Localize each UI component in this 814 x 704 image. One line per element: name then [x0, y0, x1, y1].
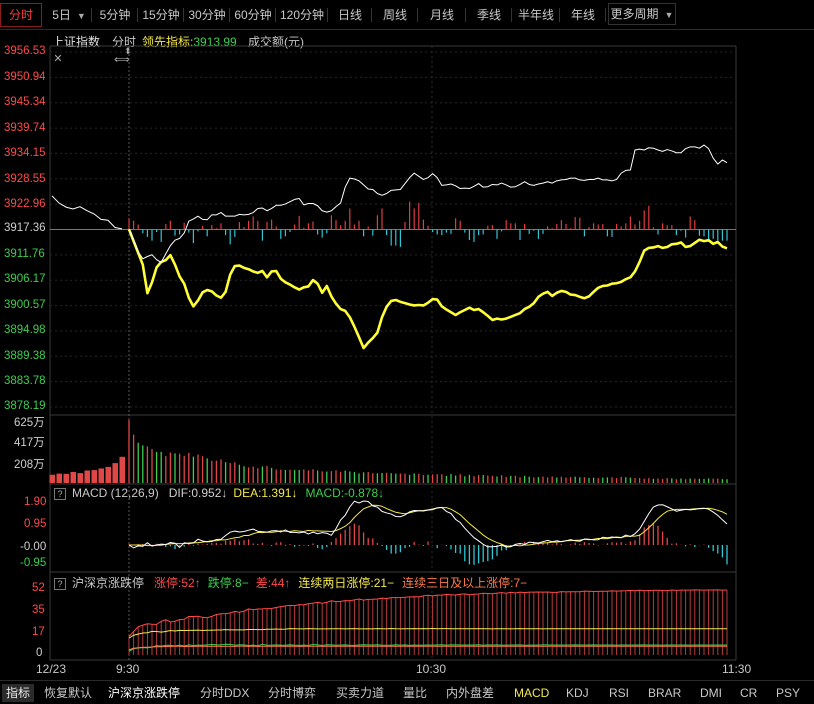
limit-tick: 35 — [32, 604, 45, 616]
prev-volume-bar — [49, 474, 55, 483]
macd-dea: DEA:1.391↓ — [233, 486, 298, 500]
tab-macd[interactable]: MACD — [514, 684, 549, 702]
macd-tick: 1.90 — [24, 496, 47, 508]
macd-value: MACD:-0.878↓ — [305, 486, 385, 500]
time-tick: 12/23 — [36, 662, 67, 676]
limit-tick: 52 — [32, 582, 45, 594]
tab-dmi[interactable]: DMI — [700, 684, 722, 702]
limit-diff: 差:44↑ — [255, 576, 291, 590]
prev-volume-bar — [70, 471, 76, 483]
macd-dif: DIF:0.952↓ — [168, 486, 228, 500]
price-tick: 3956.53 — [4, 45, 46, 57]
price-tick: 3894.98 — [4, 324, 46, 336]
prev-volume-bar — [56, 473, 62, 483]
tab-kdj[interactable]: KDJ — [566, 684, 589, 702]
price-panel — [50, 51, 736, 408]
price-tick: 3950.94 — [4, 70, 46, 83]
price-tick: 3939.74 — [4, 121, 46, 134]
limit-info: ? 沪深京涨跌停 涨停:52↑ 跌停:8− 差:44↑ 连续两日涨停:21− 连续三日及以上… — [54, 574, 527, 591]
volume-tick: 625万 — [14, 417, 45, 429]
price-tick: 3889.38 — [4, 349, 46, 362]
limit-tick: 17 — [32, 626, 45, 638]
tab-brar[interactable]: BRAR — [648, 684, 681, 702]
two-day-limit: 连续两日涨停:21− — [298, 576, 395, 590]
limit-down-count: 跌停:8− — [207, 576, 249, 590]
price-tick: 3922.96 — [4, 198, 46, 210]
price-tick: 3900.57 — [4, 298, 46, 311]
price-tick: 3928.55 — [4, 172, 46, 185]
limit-up-count: 涨停:52↑ — [154, 576, 201, 590]
tab-psy[interactable]: PSY — [776, 684, 800, 702]
tab-indicator[interactable]: 指标 — [2, 684, 35, 702]
tab-volume-ratio[interactable]: 量比 — [403, 684, 427, 702]
macd-tick: -0.00 — [20, 541, 47, 553]
price-tick: 3945.34 — [4, 96, 46, 108]
previous-close-line — [51, 195, 123, 230]
price-tick: 3883.78 — [4, 375, 46, 387]
tab-inner-outer[interactable]: 内外盘差 — [446, 684, 494, 702]
leading-line — [127, 228, 728, 350]
tab-cr[interactable]: CR — [740, 684, 757, 702]
tab-limit-up-down[interactable]: 沪深京涨跌停 — [108, 684, 180, 702]
time-tick: 10:30 — [416, 662, 447, 676]
macd-tick: 0.95 — [24, 518, 47, 530]
prev-volume-bar — [63, 473, 69, 483]
prev-volume-bar — [105, 466, 111, 483]
indicator-tab-bar: 指标 恢复默认 沪深京涨跌停 分时DDX 分时博弈 买卖力道 量比 内外盘差 M… — [0, 680, 814, 704]
three-day-limit: 连续三日及以上涨停:7− — [402, 576, 528, 590]
price-tick-ref: 3917.36 — [4, 222, 46, 234]
price-tick: 3878.19 — [4, 400, 46, 412]
prev-volume-bar — [84, 470, 90, 483]
help-icon[interactable]: ? — [54, 488, 66, 500]
volume-tick: 417万 — [14, 437, 45, 449]
macd-panel — [128, 500, 728, 565]
prev-volume-bar — [91, 470, 97, 483]
volume-panel — [49, 420, 728, 483]
limit-panel — [128, 589, 728, 655]
limit-title: 沪深京涨跌停 — [72, 576, 145, 590]
prev-volume-bar — [77, 473, 83, 483]
grid-lines — [49, 45, 737, 661]
time-tick: 11:30 — [722, 662, 752, 676]
tab-restore-default[interactable]: 恢复默认 — [44, 684, 92, 702]
price-tick: 3911.76 — [4, 247, 45, 260]
tab-game[interactable]: 分时博弈 — [268, 684, 316, 702]
prev-volume-bar — [119, 456, 125, 483]
dea-line — [129, 504, 728, 547]
time-tick: 9:30 — [116, 662, 140, 676]
intraday-chart-area — [49, 45, 737, 661]
prev-volume-bar — [98, 468, 104, 483]
tab-buy-sell-force[interactable]: 买卖力道 — [336, 684, 384, 702]
tab-ddx[interactable]: 分时DDX — [200, 684, 249, 702]
prev-volume-bar — [112, 463, 118, 483]
macd-title: MACD (12,26,9) — [72, 486, 159, 500]
volume-tick: 208万 — [14, 459, 45, 471]
macd-tick: -0.95 — [20, 557, 47, 569]
price-line — [128, 144, 728, 263]
price-tick: 3906.17 — [4, 273, 46, 285]
macd-info: ? MACD (12,26,9) DIF:0.952↓ DEA:1.391↓ MACD:… — [54, 486, 384, 500]
tab-rsi[interactable]: RSI — [609, 684, 629, 702]
help-icon[interactable]: ? — [54, 578, 66, 590]
price-tick: 3934.15 — [4, 147, 46, 159]
limit-tick: 0 — [36, 647, 43, 659]
